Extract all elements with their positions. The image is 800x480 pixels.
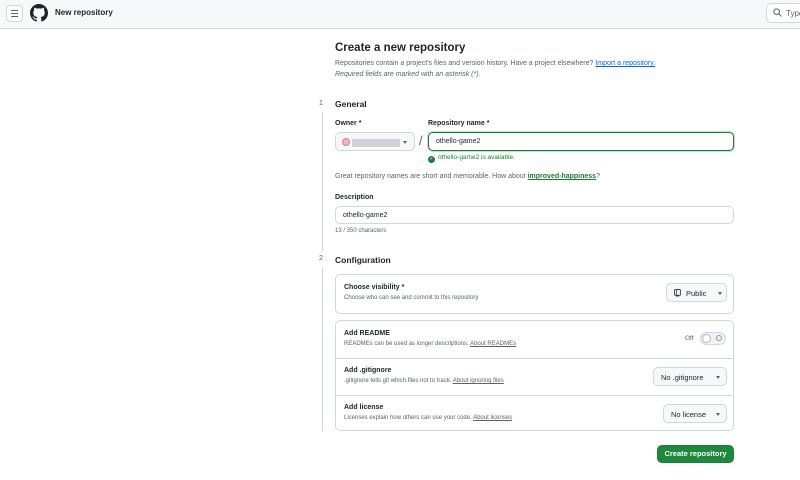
gitignore-value: No .gitignore <box>661 373 704 382</box>
description-input[interactable]: othello-game2 <box>335 206 734 224</box>
license-value: No license <box>671 410 707 419</box>
import-repository-link[interactable]: Import a repository. <box>595 60 655 67</box>
description-label: Description <box>335 194 374 201</box>
description-value: othello-game2 <box>343 212 388 219</box>
owner-repo-separator: / <box>419 133 423 148</box>
page-subtitle: Repositories contain a project's files a… <box>335 60 655 67</box>
gitignore-row: Add .gitignore .gitignore tells git whic… <box>336 359 733 395</box>
section-title-general: General <box>335 99 367 109</box>
name-suggestion-hint: Great repository names are short and mem… <box>335 173 600 180</box>
repo-icon <box>674 289 681 297</box>
license-select[interactable]: No license <box>663 404 727 423</box>
visibility-card: Choose visibility * Choose who can see a… <box>335 274 734 314</box>
step-number-1: 1 <box>319 100 323 107</box>
page-breadcrumb-title: New repository <box>55 8 113 17</box>
toggle-knob <box>702 334 711 343</box>
license-desc-text: Licenses explain how others can use your… <box>344 415 472 421</box>
readme-toggle-state: Off <box>685 335 694 342</box>
description-char-count: 13 / 350 characters <box>335 228 387 234</box>
license-row: Add license Licenses explain how others … <box>336 396 733 431</box>
search-placeholder: Type <box>786 9 800 18</box>
owner-label: Owner * <box>335 120 362 127</box>
step-line-2 <box>322 267 323 431</box>
top-bar: New repository Type <box>0 0 800 29</box>
readme-toggle[interactable] <box>700 332 726 345</box>
chevron-down-icon <box>718 292 722 295</box>
readme-title: Add README <box>344 330 390 337</box>
owner-select[interactable] <box>335 132 415 151</box>
gitignore-title: Add .gitignore <box>344 367 392 374</box>
chevron-down-icon <box>716 413 720 416</box>
chevron-down-icon <box>403 141 407 144</box>
gitignore-select[interactable]: No .gitignore <box>653 367 727 386</box>
repo-name-label: Repository name * <box>428 120 490 127</box>
check-circle-icon: ✓ <box>428 156 435 163</box>
about-ignoring-files-link[interactable]: About ignoring files <box>453 378 504 384</box>
suggested-name-link[interactable]: improved-happiness <box>528 173 596 180</box>
toggle-off-icon <box>716 335 722 341</box>
search-icon <box>773 8 782 17</box>
chevron-down-icon <box>716 376 720 379</box>
visibility-title: Choose visibility * <box>344 284 405 291</box>
visibility-select[interactable]: Public <box>666 283 727 302</box>
visibility-description: Choose who can see and commit to this re… <box>344 295 479 301</box>
repository-name-input[interactable]: othello-game2 <box>428 132 734 151</box>
readme-row: Add README READMEs can be used as longer… <box>336 321 733 358</box>
owner-name-redacted <box>352 139 400 147</box>
hint-suffix: ? <box>596 173 600 180</box>
repository-options-card: Add README READMEs can be used as longer… <box>335 320 734 431</box>
visibility-value: Public <box>686 289 707 298</box>
step-line-1 <box>322 112 323 252</box>
gitignore-desc-text: .gitignore tells git which files not to … <box>344 378 452 384</box>
required-fields-note: Required fields are marked with an aster… <box>335 71 481 78</box>
owner-avatar <box>342 138 350 146</box>
availability-message: ✓ othello-game2 is available. <box>428 154 515 163</box>
github-logo-icon[interactable] <box>30 4 48 22</box>
subtitle-text: Repositories contain a project's files a… <box>335 60 594 67</box>
create-repository-button[interactable]: Create repository <box>657 445 734 463</box>
readme-description: READMEs can be used as longer descriptio… <box>344 341 516 347</box>
about-readmes-link[interactable]: About READMEs <box>470 341 516 347</box>
search-input[interactable]: Type <box>766 3 800 23</box>
page-title: Create a new repository <box>335 42 466 54</box>
hint-prefix: Great repository names are short and mem… <box>335 173 526 180</box>
readme-desc-text: READMEs can be used as longer descriptio… <box>344 341 469 347</box>
about-licenses-link[interactable]: About licenses <box>473 415 512 421</box>
gitignore-description: .gitignore tells git which files not to … <box>344 378 504 384</box>
section-title-configuration: Configuration <box>335 255 391 265</box>
license-title: Add license <box>344 404 384 411</box>
availability-text: othello-game2 is available. <box>438 154 515 161</box>
step-number-2: 2 <box>319 255 323 262</box>
hamburger-menu-button[interactable] <box>6 5 23 22</box>
license-description: Licenses explain how others can use your… <box>344 415 512 421</box>
repository-name-value: othello-game2 <box>436 138 481 145</box>
